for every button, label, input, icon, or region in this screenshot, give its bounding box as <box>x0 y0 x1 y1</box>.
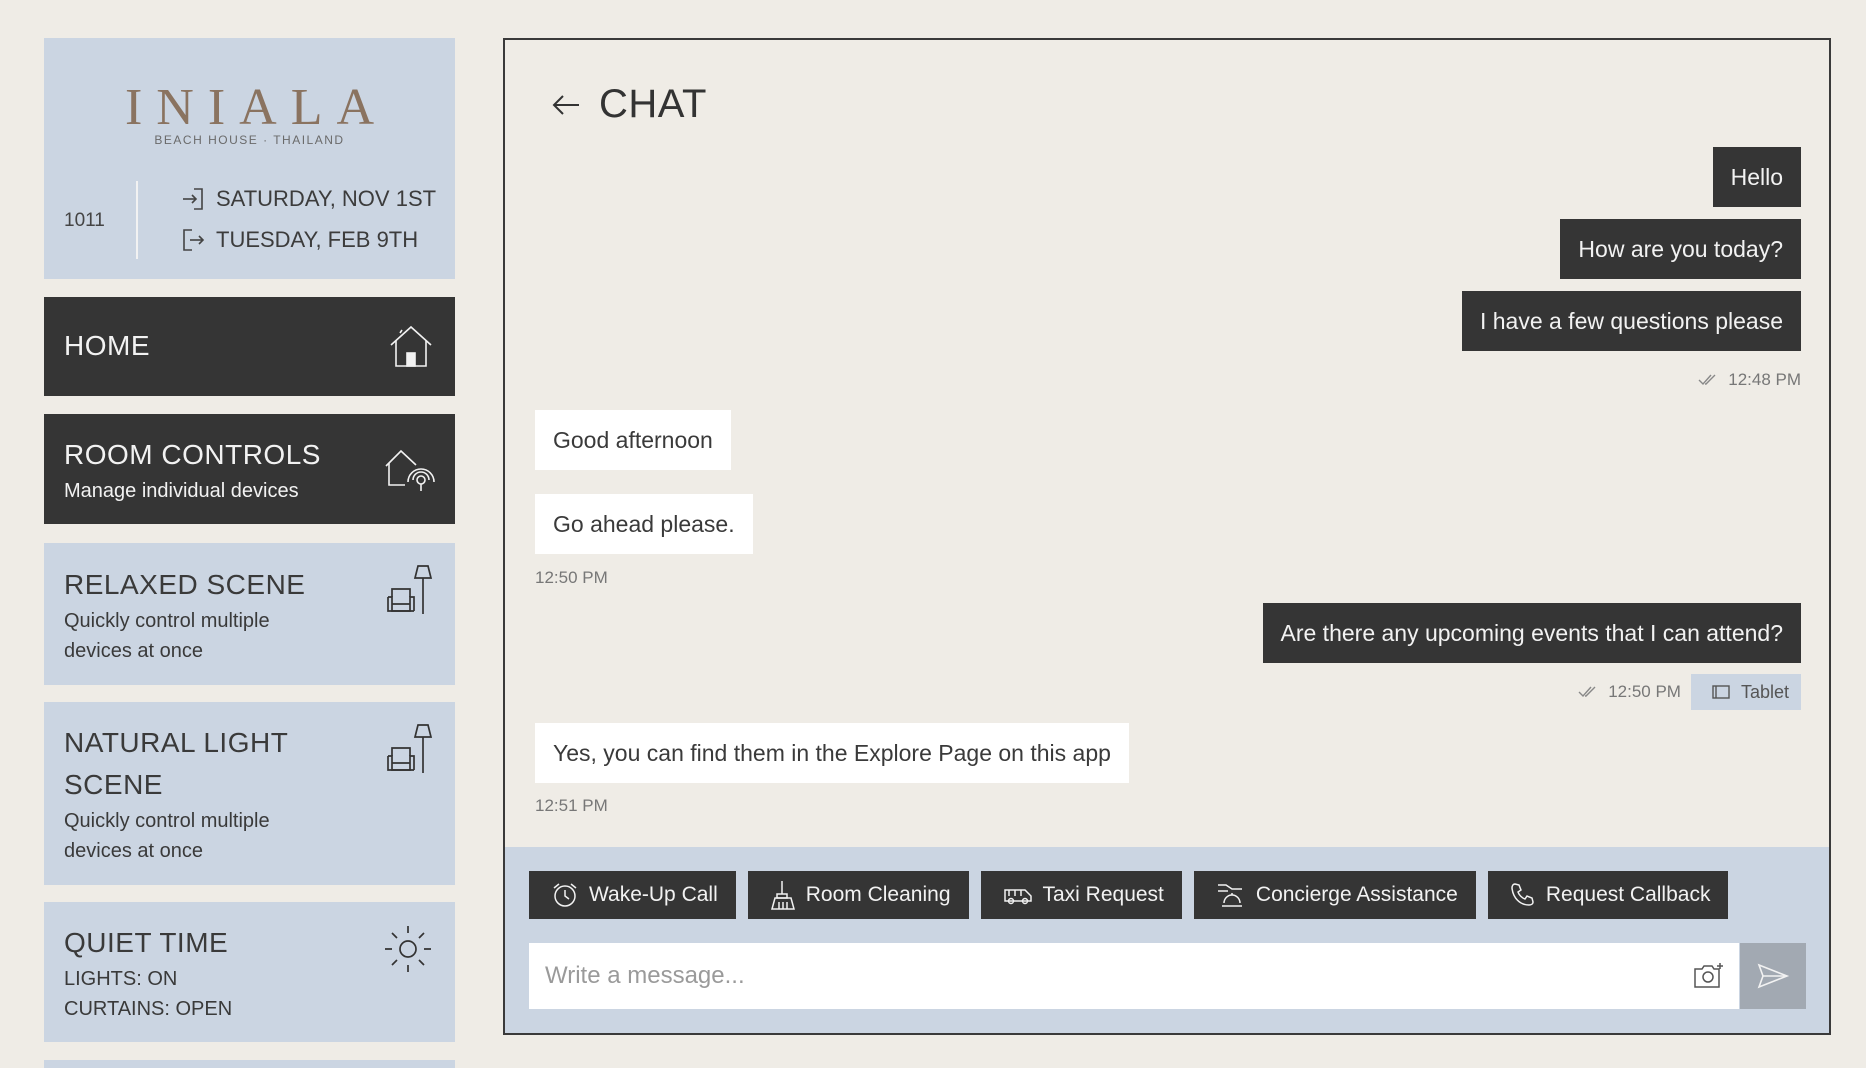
message-outgoing: How are you today? <box>1560 219 1801 279</box>
back-arrow-icon[interactable] <box>549 88 583 122</box>
wake-up-call-button[interactable]: Wake-Up Call <box>529 871 736 919</box>
armchair-lamp-icon <box>385 722 435 776</box>
send-button[interactable] <box>1740 943 1806 1009</box>
taxi-request-label: Taxi Request <box>1042 883 1164 906</box>
timestamp: 12:51 PM <box>535 796 608 815</box>
tablet-icon <box>1711 684 1731 700</box>
double-check-icon <box>1698 373 1718 387</box>
room-cleaning-label: Room Cleaning <box>805 883 951 906</box>
menu-relaxed-subtitle-1: Quickly control multiple <box>64 610 270 632</box>
taxi-request-button[interactable]: Taxi Request <box>980 871 1182 919</box>
message-meta: 12:51 PM <box>535 796 608 816</box>
menu-room-controls-title: ROOM CONTROLS <box>64 439 321 470</box>
device-badge: Tablet <box>1690 674 1801 710</box>
menu-natural-subtitle-1: Quickly control multiple <box>64 810 270 832</box>
home-remote-icon <box>383 446 435 492</box>
menu-natural-light-scene[interactable]: NATURAL LIGHT SCENE Quickly control mult… <box>44 702 455 885</box>
menu-relaxed-subtitle-2: devices at once <box>64 640 203 662</box>
request-callback-label: Request Callback <box>1545 883 1711 906</box>
logo-subtitle: BEACH HOUSE · THAILAND <box>154 133 345 147</box>
home-icon <box>387 323 435 369</box>
wake-up-call-label: Wake-Up Call <box>589 883 718 906</box>
menu-natural-title-1: NATURAL LIGHT <box>64 727 289 758</box>
message-outgoing: Are there any upcoming events that I can… <box>1262 603 1801 663</box>
timestamp: 12:50 PM <box>1608 682 1681 701</box>
menu-quiet-time[interactable]: QUIET TIME LIGHTS: ON CURTAINS: OPEN <box>44 902 455 1042</box>
sun-icon <box>381 922 435 976</box>
menu-quiet-title: QUIET TIME <box>64 927 229 958</box>
concierge-assistance-label: Concierge Assistance <box>1255 883 1458 906</box>
armchair-lamp-icon <box>385 563 435 617</box>
menu-relaxed-scene[interactable]: RELAXED SCENE Quickly control multiple d… <box>44 543 455 685</box>
concierge-assistance-button[interactable]: Concierge Assistance <box>1193 871 1476 919</box>
camera-icon[interactable] <box>1679 943 1739 1009</box>
chat-title: CHAT <box>599 82 707 126</box>
chat-panel: CHAT Hello How are you today? I have a f… <box>503 38 1831 1035</box>
device-label: Tablet <box>1740 681 1789 702</box>
message-meta: 12:50 PM Tablet <box>1578 674 1801 710</box>
menu-home[interactable]: HOME <box>44 297 455 396</box>
divider <box>136 181 138 259</box>
menu-quiet-curtains: CURTAINS: OPEN <box>64 998 233 1020</box>
message-input-wrapper <box>529 943 1739 1009</box>
menu-home-title: HOME <box>64 330 150 361</box>
timestamp: 12:50 PM <box>535 568 608 587</box>
menu-natural-subtitle-2: devices at once <box>64 840 203 862</box>
check-in-icon <box>180 186 206 212</box>
concierge-bell-icon <box>1216 881 1246 909</box>
phone-icon <box>1510 882 1536 908</box>
chat-header: CHAT <box>549 82 707 127</box>
message-outgoing: I have a few questions please <box>1461 291 1801 351</box>
message-outgoing: Hello <box>1712 147 1801 207</box>
menu-relaxed-title: RELAXED SCENE <box>64 569 306 600</box>
check-out-date: TUESDAY, FEB 9TH <box>216 227 419 252</box>
message-input[interactable] <box>529 943 1679 1009</box>
alarm-clock-icon <box>551 881 579 909</box>
message-incoming: Yes, you can find them in the Explore Pa… <box>535 723 1129 783</box>
menu-next-item[interactable] <box>44 1060 455 1068</box>
send-icon <box>1756 962 1790 990</box>
quick-actions: Wake-Up Call Room Cleaning Taxi Request <box>529 871 1729 919</box>
brand-card: INIALA BEACH HOUSE · THAILAND 1011 SATUR… <box>44 38 455 279</box>
menu-room-controls-subtitle: Manage individual devices <box>64 480 299 502</box>
composer: Wake-Up Call Room Cleaning Taxi Request <box>505 847 1829 1033</box>
menu-room-controls[interactable]: ROOM CONTROLS Manage individual devices <box>44 414 455 524</box>
message-meta: 12:48 PM <box>1698 370 1801 390</box>
sidebar: INIALA BEACH HOUSE · THAILAND 1011 SATUR… <box>44 38 455 1068</box>
double-check-icon <box>1578 685 1598 699</box>
room-number: 1011 <box>64 210 105 231</box>
logo: INIALA <box>124 79 389 136</box>
broom-icon <box>770 880 796 910</box>
message-meta: 12:50 PM <box>535 568 608 588</box>
taxi-icon <box>1003 884 1033 906</box>
menu-quiet-lights: LIGHTS: ON <box>64 968 178 990</box>
message-incoming: Go ahead please. <box>535 494 753 554</box>
room-cleaning-button[interactable]: Room Cleaning <box>747 871 969 919</box>
timestamp: 12:48 PM <box>1728 370 1801 389</box>
menu-natural-title-2: SCENE <box>64 769 163 800</box>
check-out-icon <box>180 227 206 253</box>
request-callback-button[interactable]: Request Callback <box>1487 871 1729 919</box>
check-out-row: TUESDAY, FEB 9TH <box>180 227 418 253</box>
check-in-row: SATURDAY, NOV 1ST <box>180 186 436 212</box>
check-in-date: SATURDAY, NOV 1ST <box>216 186 437 211</box>
message-incoming: Good afternoon <box>535 410 731 470</box>
